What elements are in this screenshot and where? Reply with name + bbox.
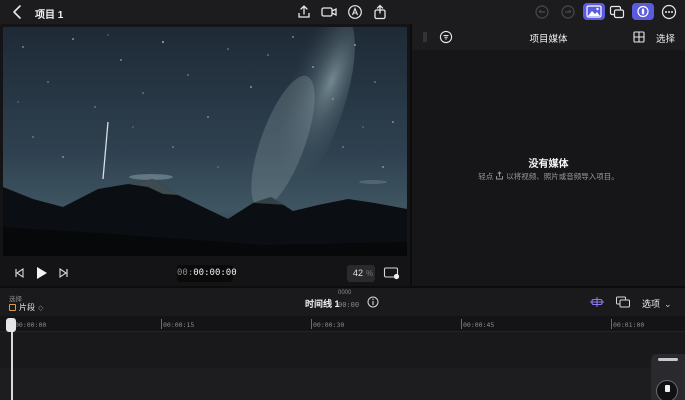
jog-wheel-widget[interactable] [651, 354, 685, 400]
transport-bar: 00:00:00:00 42% [0, 260, 410, 286]
info-icon[interactable] [367, 296, 379, 308]
hint-prefix: 轻点 [478, 172, 494, 181]
timeline-options-menu[interactable]: 选项 ⌄ [642, 297, 672, 310]
ruler-label-1: 00:00:15 [163, 321, 195, 329]
ruler-label-3: 00:00:45 [463, 321, 495, 329]
media-header: 项目媒体 选择 [412, 24, 685, 50]
timeline-duration: 00:00 [338, 301, 360, 309]
top-bar: 项目 1 [0, 0, 685, 24]
empty-state-hint: 轻点 以将视频、照片或音频导入项目。 [412, 171, 685, 182]
clip-label: 片段 [19, 303, 35, 312]
ruler-tick [611, 319, 612, 329]
clip-icon [9, 304, 16, 311]
import-icon [495, 171, 504, 180]
ruler-tick [461, 319, 462, 329]
media-photo-icon[interactable] [583, 3, 605, 20]
clip-overlay-icon[interactable] [615, 295, 631, 309]
zoom-unit: % [366, 269, 374, 278]
zoom-value: 42 [353, 268, 364, 278]
redo-icon[interactable] [559, 3, 577, 21]
export-icon[interactable] [371, 3, 389, 21]
viewer-options-icon[interactable] [383, 265, 401, 281]
ruler-tick [161, 319, 162, 329]
project-title: 项目 1 [35, 10, 64, 21]
play-icon[interactable] [35, 265, 49, 281]
ruler-label-0: 00:00:00 [15, 321, 47, 329]
video-preview[interactable] [3, 27, 407, 256]
timeline-ruler[interactable]: 00:00:00 00:00:15 00:00:30 00:00:45 00:0… [0, 316, 685, 332]
jog-dial-marker-icon [665, 385, 670, 392]
timeline-panel: 选择 片段 ◇ 0000 时间线 1 00:00 选项 ⌄ 00:00:00 00:… [0, 288, 685, 400]
primary-storyline[interactable] [0, 332, 685, 368]
skip-to-start-icon[interactable] [13, 265, 25, 281]
undo-icon[interactable] [533, 3, 551, 21]
hint-suffix: 以将视频、照片或音频导入项目。 [506, 172, 619, 181]
media-select-button[interactable]: 选择 [656, 31, 675, 45]
grid-view-icon[interactable] [632, 30, 646, 44]
preview-viewer: 00:00:00:00 42% [0, 24, 410, 286]
project-media-panel: 项目媒体 选择 没有媒体 轻点 以将视频、照片或音频导入项目。 [412, 24, 685, 286]
skip-to-end-icon[interactable] [58, 265, 70, 281]
playhead-timecode: 00:00:00:00 [177, 265, 237, 282]
options-label: 选项 [642, 299, 661, 309]
more-icon[interactable] [660, 3, 678, 21]
timecode-prefix: 00: [177, 268, 194, 278]
ruler-label-4: 00:01:00 [613, 321, 645, 329]
overlay-icon[interactable] [608, 3, 626, 21]
chevron-down-icon: ⌄ [664, 299, 672, 309]
chevron-updown-icon: ◇ [38, 305, 44, 312]
ruler-tick [311, 319, 312, 329]
playhead-line [11, 324, 13, 400]
timeline-tc-top: 0000 [338, 290, 352, 296]
timecode-value: 00:00:00 [193, 268, 237, 278]
playhead-handle[interactable] [6, 318, 16, 332]
back-chevron-left-icon[interactable] [11, 4, 25, 20]
camera-record-icon[interactable] [320, 3, 338, 21]
link-clips-icon[interactable] [589, 295, 605, 309]
pen-annotate-icon[interactable] [346, 3, 364, 21]
audio-track-area[interactable] [0, 368, 685, 400]
timeline-name: 时间线 1 [305, 299, 340, 309]
voiceover-icon[interactable] [632, 3, 654, 20]
share-upload-icon[interactable] [295, 3, 313, 21]
zoom-field[interactable]: 42% [347, 265, 375, 282]
widget-grabber[interactable] [658, 358, 678, 361]
empty-state-title: 没有媒体 [528, 159, 569, 170]
selection-mode-menu[interactable]: 片段 ◇ [9, 302, 43, 313]
night-sky-mountain-image [3, 27, 407, 256]
ruler-label-2: 00:00:30 [313, 321, 345, 329]
timeline-header: 选择 片段 ◇ 0000 时间线 1 00:00 选项 ⌄ [0, 288, 685, 316]
